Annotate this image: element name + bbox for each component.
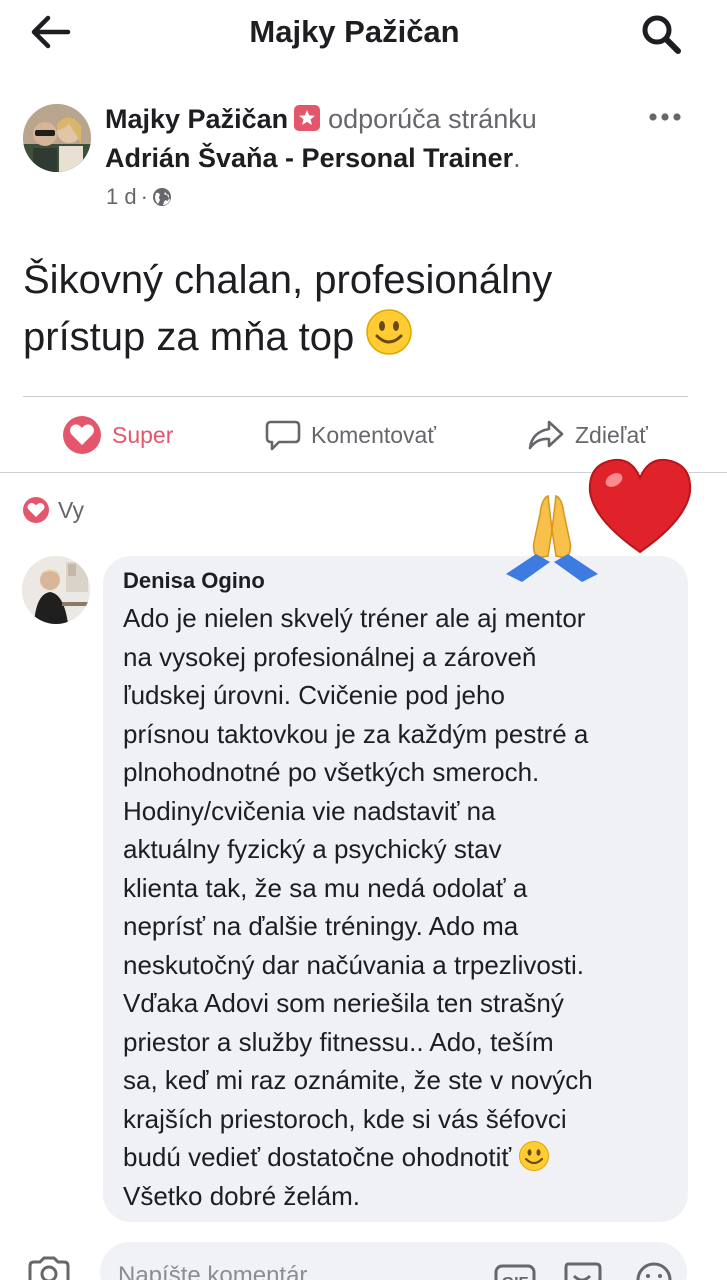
commenter-avatar[interactable] [22, 556, 90, 624]
recommendation-verb: odporúča stránku [328, 104, 537, 134]
comment-line: neprísť na ďalšie tréningy. Ado ma [123, 911, 519, 941]
commenter-name[interactable]: Denisa Ogino [123, 568, 265, 594]
comment-line: sa, keď mi raz oznámite, že ste v nových [123, 1065, 593, 1095]
sticker-icon[interactable] [562, 1260, 602, 1280]
author-avatar[interactable] [23, 104, 91, 172]
svg-text:GIF: GIF [502, 1275, 529, 1280]
meta-separator: · [140, 184, 148, 209]
author-name[interactable]: Majky Pažičan [105, 104, 288, 134]
comment-line: budú vedieť dostatočne ohodnotiť [123, 1142, 512, 1172]
comment-text: Ado je nielen skvelý tréner ale aj mento… [123, 599, 678, 1215]
top-bar: Majky Pažičan [0, 0, 727, 66]
reactions-summary[interactable]: Vy [22, 496, 84, 524]
recommended-page-line: Adrián Švaňa - Personal Trainer. [105, 143, 521, 174]
share-button[interactable]: Zdieľať [527, 410, 648, 460]
super-label: Super [112, 421, 174, 448]
smiling-face-emoji-icon [366, 309, 413, 355]
post-text: Šikovný chalan, profesionálny prístup za… [23, 252, 683, 365]
comment-line: plnohodnotné po všetkých smeroch. [123, 757, 540, 787]
comment-button[interactable]: Komentovať [265, 410, 436, 460]
comment-line: Hodiny/cvičenia vie nadstaviť na [123, 795, 496, 826]
comment-icon [265, 420, 301, 451]
avatar-photo [23, 104, 91, 172]
post-meta: 1 d · [106, 184, 172, 210]
comment-label: Komentovať [311, 421, 436, 448]
smiling-face-emoji-icon [519, 1141, 550, 1171]
more-options-icon[interactable] [648, 106, 682, 128]
comment-composer: Napíšte komentár GIF [0, 1234, 727, 1280]
comment-line: neskutočný dar načúvania a trpezlivosti. [123, 949, 585, 980]
comment-line: aktuálny fyzický a psychický stav [123, 834, 502, 864]
divider [23, 396, 688, 397]
globe-icon [152, 188, 171, 206]
share-icon [528, 420, 564, 450]
comment-line: krajších priestoroch, kde si vás šéfovci [123, 1103, 567, 1134]
search-icon[interactable] [638, 12, 684, 56]
share-label: Zdieľať [575, 421, 648, 448]
comment-line: na vysokej profesionálnej a zároveň [123, 641, 537, 672]
comment-line: Všetko dobré želám. [123, 1180, 361, 1211]
gif-icon[interactable]: GIF [494, 1262, 536, 1280]
page-title: Majky Pažičan [249, 14, 460, 49]
camera-icon[interactable] [26, 1256, 72, 1280]
comment-line: priestor a služby fitnessu.. Ado, teším [123, 1026, 554, 1057]
post-text-line: Šikovný chalan, profesionálny [23, 258, 553, 302]
recommended-page-link[interactable]: Adrián Švaňa - Personal Trainer [105, 143, 513, 173]
page-period: . [513, 143, 521, 173]
reactions-label: Vy [58, 496, 84, 523]
recommendation-icon [294, 105, 321, 131]
comment-line: ľudskej úrovni. Cvičenie pod jeho [123, 680, 505, 710]
post-text-line: prístup za mňa top [23, 315, 355, 359]
red-heart-sticker-icon [588, 458, 692, 554]
comment-placeholder: Napíšte komentár [118, 1262, 308, 1280]
comment-line: Vďaka Adovi som neriešila ten strašný [123, 988, 564, 1018]
comment-line: klienta tak, že sa mu nedá odolať a [123, 872, 528, 903]
post-author-line: Majky Pažičan odporúča stránku [105, 104, 537, 135]
avatar-photo [22, 556, 90, 624]
love-reaction-icon [63, 416, 101, 454]
super-reaction-button[interactable]: Super [62, 410, 173, 460]
post-action-bar: Super Komentovať Zdieľať [0, 410, 727, 460]
comment-line-with-emoji: budú vedieť dostatočne ohodnotiť [123, 1138, 678, 1177]
emoji-icon[interactable] [634, 1260, 674, 1280]
comment-line: Ado je nielen skvelý tréner ale aj mento… [123, 603, 586, 633]
comment-line: prísnou taktovkou je za každým pestré a [123, 718, 589, 749]
post-time[interactable]: 1 d [106, 184, 137, 210]
post-text-line-with-emoji: prístup za mňa top [23, 308, 683, 365]
love-reaction-icon [23, 497, 49, 523]
